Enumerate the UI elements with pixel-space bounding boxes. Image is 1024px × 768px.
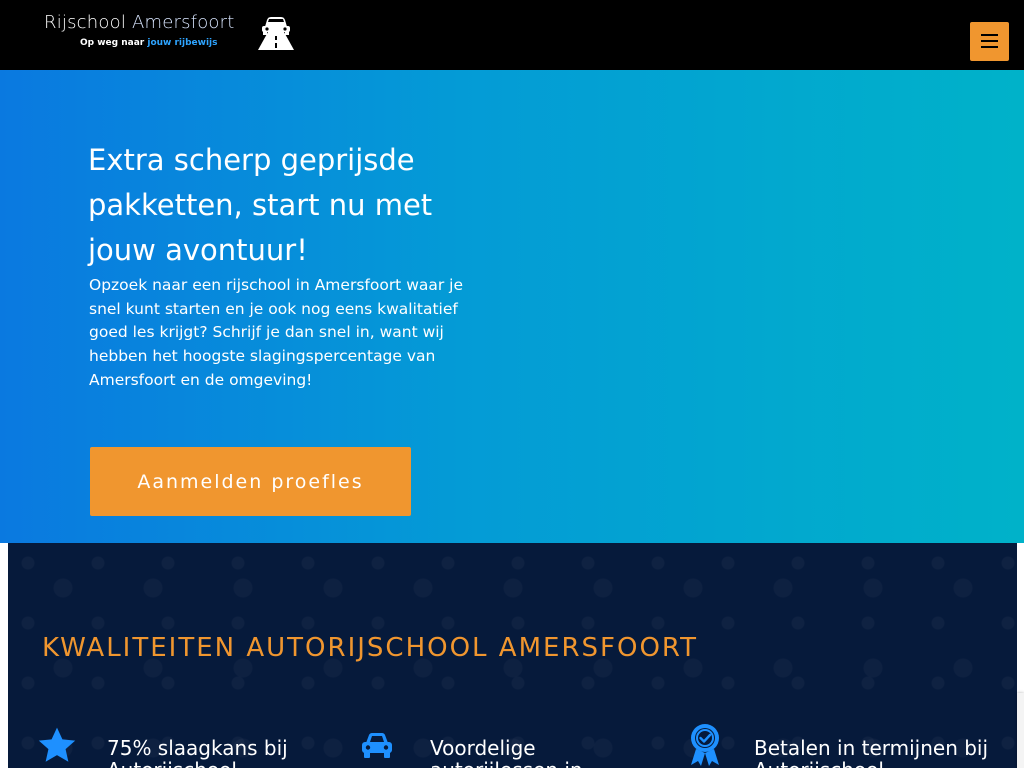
logo-title: Rijschool Amersfoort [44,12,234,33]
logo-tagline-accent: jouw rijbewijs [147,38,218,48]
logo-title-city: Amersfoort [131,12,235,33]
hero-section: Extra scherp geprijsde pakketten, start … [0,70,1024,543]
quality-title: KWALITEITEN AUTORIJSCHOOL AMERSFOORT [42,633,698,663]
logo-title-main: Rijschool [44,12,132,33]
award-ribbon-icon [691,724,719,766]
feature-text: Voordelige autorijlessen in [430,736,583,768]
logo-tagline: Op weg naar jouw rijbewijs [80,38,217,48]
feature-text: 75% slaagkans bij Autorijschool [107,736,288,768]
hero-text: Opzoek naar een rijschool in Amersfoort … [89,276,464,389]
feature-text: Betalen in termijnen bij Autorijschool [754,736,989,768]
feature-item: Betalen in termijnen bij Autorijschool [686,723,1006,768]
star-icon [38,727,76,762]
car-icon [362,733,392,758]
logo-tagline-main: Op weg naar [80,38,148,48]
car-on-road-icon [258,17,294,50]
hero-title: Extra scherp geprijsde pakketten, start … [88,143,433,267]
feature-item: Voordelige autorijlessen in [360,723,660,768]
aanmelden-proefles-button[interactable]: Aanmelden proefles [90,447,411,516]
quality-section: KWALITEITEN AUTORIJSCHOOL AMERSFOORT 75%… [8,543,1017,768]
recaptcha-badge[interactable] [1017,693,1024,768]
menu-button[interactable] [970,22,1009,61]
site-logo[interactable]: Rijschool Amersfoort Op weg naar jouw ri… [42,10,302,58]
feature-item: 75% slaagkans bij Autorijschool [36,723,336,768]
hamburger-menu-icon [981,34,998,48]
site-header: Rijschool Amersfoort Op weg naar jouw ri… [0,0,1024,70]
